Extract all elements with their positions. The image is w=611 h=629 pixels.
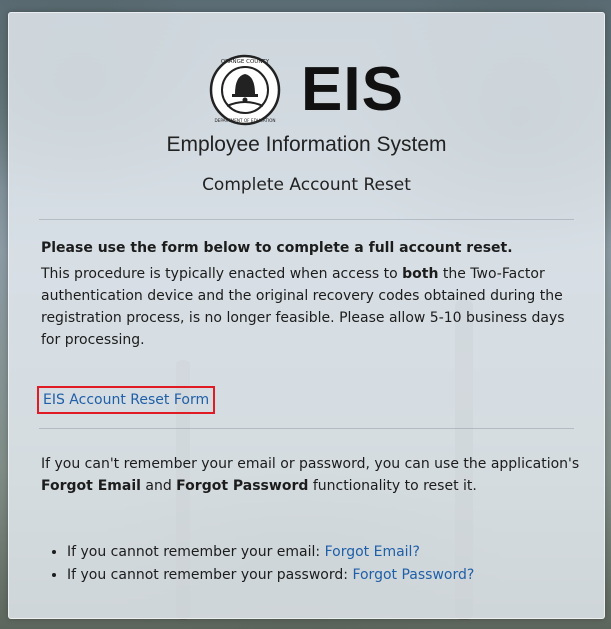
- list-item: If you cannot remember your email: Forgo…: [67, 541, 474, 564]
- seal-bottom-text: DEPARTMENT OF EDUCATION: [214, 118, 275, 123]
- reset-form-link-highlight: EIS Account Reset Form: [37, 386, 216, 414]
- forgot-description-and: and: [140, 478, 177, 494]
- reset-description: This procedure is typically enacted when…: [41, 263, 580, 351]
- reset-description-part1: This procedure is typically enacted when…: [41, 266, 403, 282]
- seal-top-text: ORANGE COUNTY: [221, 59, 270, 65]
- forgot-description-part1: If you can't remember your email or pass…: [41, 456, 580, 472]
- divider: [39, 428, 574, 429]
- forgot-description: If you can't remember your email or pass…: [41, 453, 580, 497]
- reset-lead-text: Please use the form below to complete a …: [41, 240, 513, 256]
- app-subtitle: Employee Information System: [166, 133, 447, 156]
- forgot-password-item-text: If you cannot remember your password:: [67, 567, 353, 583]
- eis-account-reset-form-link[interactable]: EIS Account Reset Form: [43, 392, 209, 408]
- eis-logo-text: EIS: [301, 55, 404, 124]
- forgot-description-part2: functionality to reset it.: [308, 478, 477, 494]
- forgot-password-bold: Forgot Password: [176, 478, 309, 494]
- reset-description-bold: both: [402, 266, 439, 282]
- forgot-email-item-text: If you cannot remember your email:: [67, 544, 325, 560]
- account-reset-card: ORANGE COUNTY DEPARTMENT OF EDUCATION EI…: [8, 12, 605, 619]
- divider: [39, 219, 574, 220]
- forgot-password-link[interactable]: Forgot Password?: [352, 567, 474, 583]
- county-seal-icon: ORANGE COUNTY DEPARTMENT OF EDUCATION: [209, 54, 281, 126]
- page-title: Complete Account Reset: [202, 175, 411, 195]
- forgot-email-link[interactable]: Forgot Email?: [325, 544, 420, 560]
- logo-header: ORANGE COUNTY DEPARTMENT OF EDUCATION EI…: [9, 53, 604, 127]
- list-item: If you cannot remember your password: Fo…: [67, 564, 474, 587]
- forgot-email-bold: Forgot Email: [41, 478, 141, 494]
- forgot-options-list: If you cannot remember your email: Forgo…: [43, 541, 474, 587]
- page-background: ORANGE COUNTY DEPARTMENT OF EDUCATION EI…: [0, 0, 611, 629]
